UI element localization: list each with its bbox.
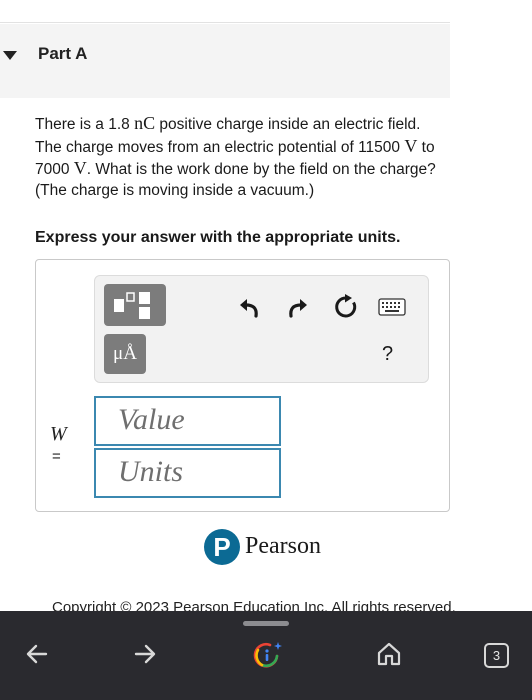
help-button[interactable]: ? [382,343,393,366]
pearson-name: Pearson [245,533,321,559]
google-lens-icon[interactable] [253,640,283,670]
variable-label: W [50,423,67,445]
unit-volt-1: V [404,135,418,156]
keyboard-icon[interactable] [378,298,406,316]
reset-icon[interactable] [333,294,359,320]
units-input[interactable]: Units [94,448,281,498]
caret-down-icon[interactable] [3,51,17,60]
question-text: There is a 1.8 nC positive charge inside… [35,113,450,201]
templates-button[interactable] [104,284,166,326]
browser-navbar: 3 [0,611,532,700]
tab-switcher-button[interactable]: 3 [484,643,509,668]
part-title: Part A [38,44,88,63]
forward-arrow-icon[interactable] [132,641,158,667]
math-toolbar: μÅ ? [94,275,429,383]
units-button[interactable]: μÅ [104,334,146,374]
redo-icon[interactable] [285,296,309,318]
drag-handle[interactable] [243,621,289,626]
home-icon[interactable] [376,641,402,667]
pearson-logo: P [204,529,240,565]
answer-instruction: Express your answer with the appropriate… [35,229,401,246]
part-header[interactable]: Part A [0,24,450,98]
top-divider [0,22,450,23]
undo-icon[interactable] [238,296,262,318]
equals-sign: = [52,448,61,465]
answer-box: μÅ ? W = Value Units [35,259,450,512]
question-text-1: There is a 1.8 [35,116,135,133]
unit-volt-2: V [73,158,87,178]
templates-icon [114,292,150,319]
back-arrow-icon[interactable] [24,641,50,667]
question-text-4: . What is the work done by the field on … [35,161,436,199]
unit-nanocoulomb: nC [134,113,156,133]
value-input[interactable]: Value [94,396,281,446]
